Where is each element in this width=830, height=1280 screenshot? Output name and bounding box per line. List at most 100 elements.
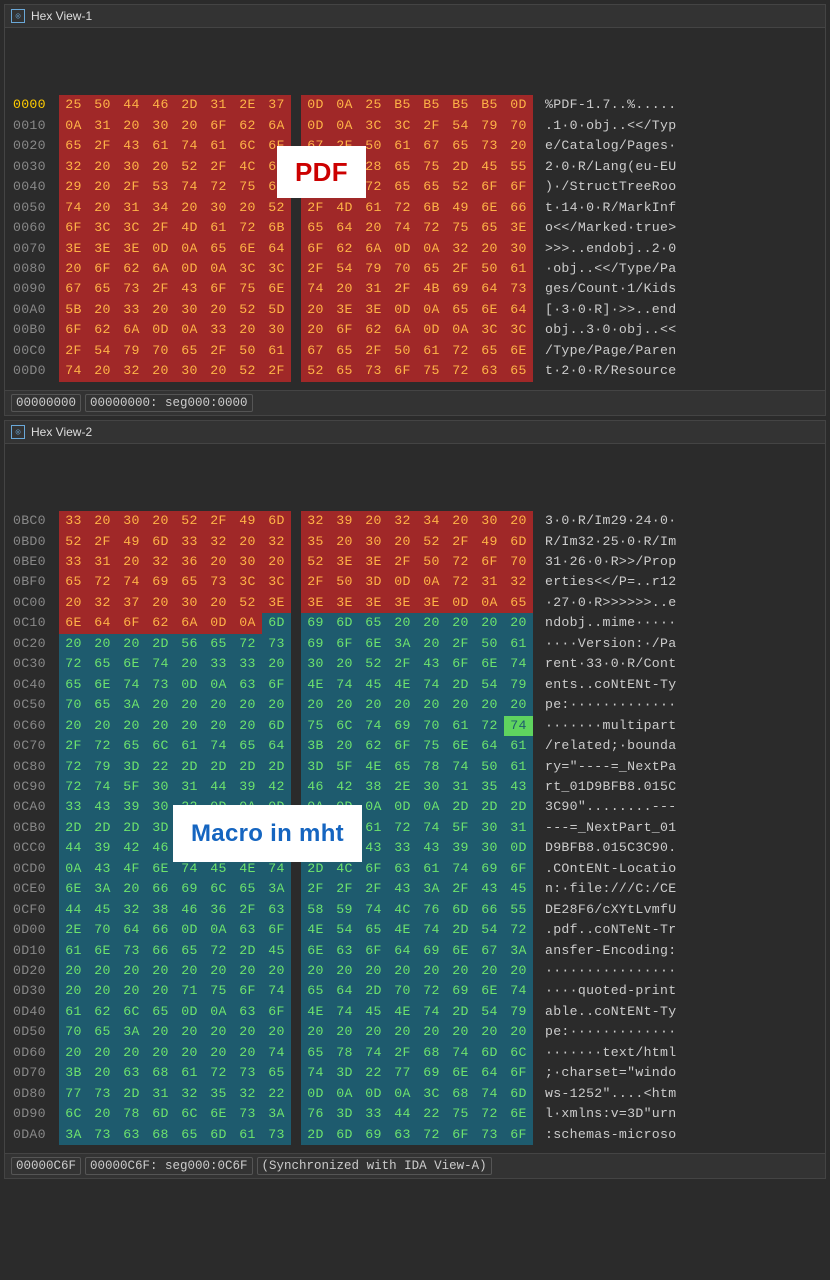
hex-byte[interactable]: 2D bbox=[204, 757, 233, 777]
hex-byte[interactable]: 75 bbox=[417, 736, 446, 756]
hex-byte[interactable]: 65 bbox=[388, 177, 417, 197]
hex-byte[interactable]: 2F bbox=[204, 157, 233, 177]
hex-byte[interactable]: 20 bbox=[88, 1104, 117, 1124]
hex-byte[interactable]: 69 bbox=[146, 572, 175, 592]
hex-byte[interactable]: 72 bbox=[417, 1125, 446, 1145]
hex-byte[interactable]: 6F bbox=[504, 177, 533, 197]
hex-byte[interactable]: 30 bbox=[117, 157, 146, 177]
hex-byte[interactable]: 2D bbox=[359, 981, 388, 1001]
hex-row[interactable]: 0C106E646F626A0D0A6D696D652020202020ndob… bbox=[13, 613, 817, 633]
hex-byte[interactable]: 62 bbox=[359, 320, 388, 340]
hex-byte[interactable]: 0D bbox=[146, 320, 175, 340]
hex-byte[interactable]: 46 bbox=[146, 838, 175, 858]
hex-row[interactable]: 0080206F626A0D0A3C3C2F547970652F5061·obj… bbox=[13, 259, 817, 279]
hex-byte[interactable]: 49 bbox=[475, 532, 504, 552]
hex-byte[interactable]: 3C bbox=[88, 218, 117, 238]
hex-byte[interactable]: 65 bbox=[88, 695, 117, 715]
hex-row[interactable]: 0C702F72656C617465643B20626F756E6461/rel… bbox=[13, 736, 817, 756]
hex-byte[interactable]: 46 bbox=[301, 777, 330, 797]
hex-byte[interactable]: 6E bbox=[475, 654, 504, 674]
hex-byte[interactable]: 72 bbox=[446, 341, 475, 361]
hex-byte[interactable]: 2F bbox=[233, 900, 262, 920]
hex-byte[interactable]: 30 bbox=[175, 593, 204, 613]
hex-byte[interactable]: 63 bbox=[262, 900, 291, 920]
hex-byte[interactable]: 52 bbox=[359, 654, 388, 674]
hex-byte[interactable]: 52 bbox=[446, 177, 475, 197]
hex-byte[interactable]: 20 bbox=[301, 300, 330, 320]
hex-byte[interactable]: 20 bbox=[146, 511, 175, 531]
hex-byte[interactable]: 20 bbox=[88, 361, 117, 381]
hex-byte[interactable]: 0A bbox=[204, 259, 233, 279]
hex-byte[interactable]: 2E bbox=[388, 777, 417, 797]
hex-byte[interactable]: 2D bbox=[233, 941, 262, 961]
hex-body-2[interactable]: Macro in mht 0BC033203020522F496D3239203… bbox=[5, 444, 825, 1153]
hex-byte[interactable]: 6E bbox=[475, 198, 504, 218]
hex-byte[interactable]: 3C bbox=[262, 572, 291, 592]
hex-byte[interactable]: 2F bbox=[146, 218, 175, 238]
hex-byte[interactable]: 6F bbox=[233, 981, 262, 1001]
hex-row[interactable]: 0C60202020202020206D756C746970617274····… bbox=[13, 716, 817, 736]
hex-byte[interactable]: 31 bbox=[175, 777, 204, 797]
hex-byte[interactable]: 20 bbox=[262, 695, 291, 715]
hex-byte[interactable]: 3E bbox=[330, 552, 359, 572]
hex-byte[interactable]: 78 bbox=[117, 1104, 146, 1124]
hex-byte[interactable]: 3C bbox=[417, 1084, 446, 1104]
hex-byte[interactable]: 54 bbox=[446, 116, 475, 136]
hex-byte[interactable]: 72 bbox=[504, 920, 533, 940]
hex-row[interactable]: 0DA03A736368656D61732D6D6963726F736F:sch… bbox=[13, 1125, 817, 1145]
hex-byte[interactable]: 42 bbox=[262, 777, 291, 797]
hex-byte[interactable]: 2D bbox=[504, 797, 533, 817]
hex-byte[interactable]: 2F bbox=[446, 879, 475, 899]
hex-byte[interactable]: 0A bbox=[204, 920, 233, 940]
hex-byte[interactable]: 65 bbox=[388, 157, 417, 177]
hex-byte[interactable]: 63 bbox=[330, 941, 359, 961]
hex-row[interactable]: 00703E3E3E0D0A656E646F626A0D0A322030>>>.… bbox=[13, 239, 817, 259]
hex-byte[interactable]: 79 bbox=[475, 116, 504, 136]
hex-byte[interactable]: 2F bbox=[388, 654, 417, 674]
hex-byte[interactable]: 20 bbox=[59, 981, 88, 1001]
hex-byte[interactable]: 3E bbox=[330, 593, 359, 613]
hex-byte[interactable]: 65 bbox=[175, 341, 204, 361]
hex-byte[interactable]: 2D bbox=[446, 1002, 475, 1022]
hex-byte[interactable]: 3A bbox=[262, 1104, 291, 1124]
hex-byte[interactable]: 69 bbox=[446, 279, 475, 299]
hex-byte[interactable]: 20 bbox=[117, 634, 146, 654]
hex-byte[interactable]: 65 bbox=[59, 572, 88, 592]
hex-byte[interactable]: 5B bbox=[59, 300, 88, 320]
hex-byte[interactable]: 20 bbox=[475, 695, 504, 715]
hex-byte[interactable]: 53 bbox=[146, 177, 175, 197]
hex-byte[interactable]: 3A bbox=[262, 879, 291, 899]
hex-byte[interactable]: 45 bbox=[262, 941, 291, 961]
hex-byte[interactable]: 6F bbox=[475, 552, 504, 572]
hex-byte[interactable]: 0D bbox=[301, 95, 330, 115]
hex-byte[interactable]: 61 bbox=[504, 736, 533, 756]
hex-byte[interactable]: 0A bbox=[388, 1084, 417, 1104]
hex-byte[interactable]: 58 bbox=[301, 900, 330, 920]
hex-byte[interactable]: 75 bbox=[417, 157, 446, 177]
hex-byte[interactable]: 20 bbox=[446, 1022, 475, 1042]
hex-byte[interactable]: 72 bbox=[388, 818, 417, 838]
hex-byte[interactable]: 74 bbox=[417, 818, 446, 838]
hex-byte[interactable]: 2D bbox=[475, 797, 504, 817]
hex-byte[interactable]: 65 bbox=[233, 736, 262, 756]
hex-byte[interactable]: 74 bbox=[330, 675, 359, 695]
hex-byte[interactable]: 6B bbox=[417, 198, 446, 218]
hex-byte[interactable]: 20 bbox=[88, 177, 117, 197]
hex-byte[interactable]: 61 bbox=[59, 941, 88, 961]
hex-row[interactable]: 0C40656E74730D0A636F4E74454E742D5479ents… bbox=[13, 675, 817, 695]
hex-byte[interactable]: 61 bbox=[262, 341, 291, 361]
hex-byte[interactable]: 20 bbox=[330, 279, 359, 299]
hex-byte[interactable]: 6D bbox=[262, 613, 291, 633]
hex-byte[interactable]: 75 bbox=[417, 361, 446, 381]
hex-byte[interactable]: 45 bbox=[359, 675, 388, 695]
hex-byte[interactable]: 38 bbox=[146, 900, 175, 920]
hex-byte[interactable]: 6D bbox=[330, 1125, 359, 1145]
hex-byte[interactable]: 20 bbox=[59, 961, 88, 981]
hex-byte[interactable]: 73 bbox=[233, 1063, 262, 1083]
hex-byte[interactable]: 20 bbox=[88, 716, 117, 736]
hex-byte[interactable]: 69 bbox=[388, 716, 417, 736]
hex-byte[interactable]: 32 bbox=[146, 552, 175, 572]
hex-row[interactable]: 0BD0522F496D3332203235203020522F496DR/Im… bbox=[13, 532, 817, 552]
hex-byte[interactable]: 0A bbox=[175, 320, 204, 340]
hex-byte[interactable]: 20 bbox=[359, 1022, 388, 1042]
